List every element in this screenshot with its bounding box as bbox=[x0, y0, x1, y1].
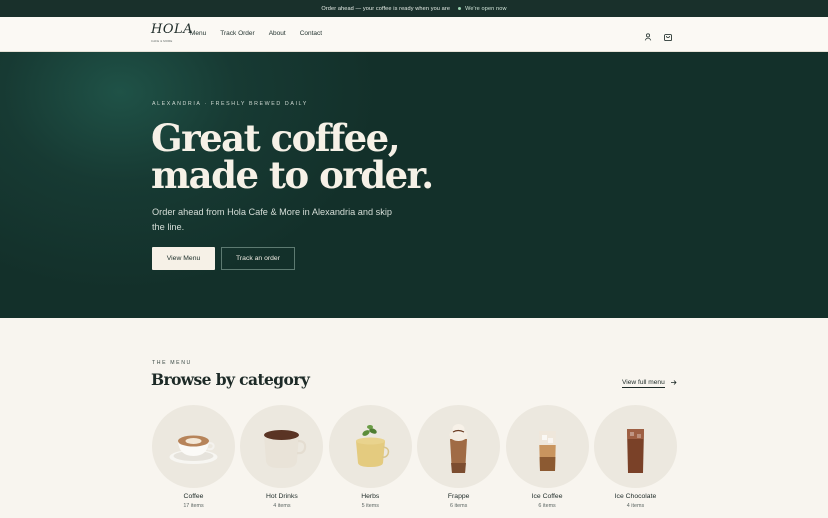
view-full-menu-label: View full menu bbox=[622, 379, 665, 388]
hero-headline: Great coffee, made to order. bbox=[151, 120, 451, 194]
arrow-right-icon bbox=[670, 379, 677, 388]
frappe-image bbox=[417, 405, 501, 488]
open-status-dot bbox=[458, 7, 462, 10]
category-name: Herbs bbox=[361, 493, 380, 500]
logo-text: HOLA bbox=[151, 22, 194, 37]
menu-title: Browse by category bbox=[151, 370, 310, 389]
category-list: Coffee 17 items Hot Drinks 4 items Herbs… bbox=[152, 405, 677, 509]
category-name: Frappe bbox=[447, 493, 470, 500]
ice-chocolate-image bbox=[593, 405, 677, 488]
nav-menu[interactable]: Menu bbox=[190, 30, 206, 37]
category-frappe[interactable]: Frappe 6 items bbox=[417, 405, 501, 509]
hero-subcopy: Order ahead from Hola Cafe & More in Ale… bbox=[152, 207, 393, 232]
category-herbs[interactable]: Herbs 5 items bbox=[328, 405, 412, 509]
main-nav: Menu Track Order About Contact bbox=[190, 30, 322, 37]
category-count: 6 items bbox=[538, 503, 556, 509]
ice-coffee-image bbox=[505, 405, 589, 488]
header-actions bbox=[643, 29, 673, 42]
category-name: Coffee bbox=[183, 493, 204, 500]
hero-headline-line1: Great coffee, bbox=[151, 116, 401, 160]
category-count: 5 items bbox=[361, 503, 379, 509]
hero-headline-line2: made to order. bbox=[151, 153, 434, 197]
site-header: HOLA CAFE & MORE Menu Track Order About … bbox=[0, 17, 828, 52]
category-name: Ice Chocolate bbox=[614, 493, 657, 500]
category-count: 17 items bbox=[183, 503, 204, 509]
nav-contact[interactable]: Contact bbox=[300, 30, 322, 37]
nav-about[interactable]: About bbox=[269, 30, 286, 37]
view-menu-button[interactable]: View Menu bbox=[152, 247, 215, 270]
hot-drinks-image bbox=[240, 405, 324, 488]
category-count: 6 items bbox=[449, 503, 468, 509]
category-count: 4 items bbox=[273, 503, 291, 509]
nav-track-order[interactable]: Track Order bbox=[220, 30, 254, 37]
category-coffee[interactable]: Coffee 17 items bbox=[152, 405, 235, 509]
track-order-button[interactable]: Track an order bbox=[221, 247, 295, 270]
category-ice-coffee[interactable]: Ice Coffee 6 items bbox=[505, 405, 589, 509]
announcement-bar: Order ahead — your coffee is ready when … bbox=[0, 0, 828, 17]
coffee-image bbox=[152, 405, 235, 488]
bag-icon[interactable] bbox=[663, 29, 673, 42]
logo-subtext: CAFE & MORE bbox=[151, 39, 173, 43]
user-icon[interactable] bbox=[643, 29, 653, 41]
category-count: 4 items bbox=[626, 503, 645, 509]
menu-eyebrow: THE MENU bbox=[152, 360, 192, 366]
announcement-message: Order ahead — your coffee is ready when … bbox=[321, 5, 451, 12]
view-full-menu-link[interactable]: View full menu bbox=[622, 379, 677, 388]
herbs-image bbox=[328, 405, 412, 488]
category-hot-drinks[interactable]: Hot Drinks 4 items bbox=[240, 405, 324, 509]
category-ice-chocolate[interactable]: Ice Chocolate 4 items bbox=[593, 405, 677, 509]
category-name: Hot Drinks bbox=[266, 493, 298, 500]
logo[interactable]: HOLA CAFE & MORE bbox=[151, 22, 194, 46]
open-status: We're open now bbox=[465, 5, 507, 12]
category-name: Ice Coffee bbox=[531, 493, 563, 500]
hero-section: ALEXANDRIA · FRESHLY BREWED DAILY Great … bbox=[0, 52, 828, 318]
hero-eyebrow: ALEXANDRIA · FRESHLY BREWED DAILY bbox=[152, 101, 308, 107]
